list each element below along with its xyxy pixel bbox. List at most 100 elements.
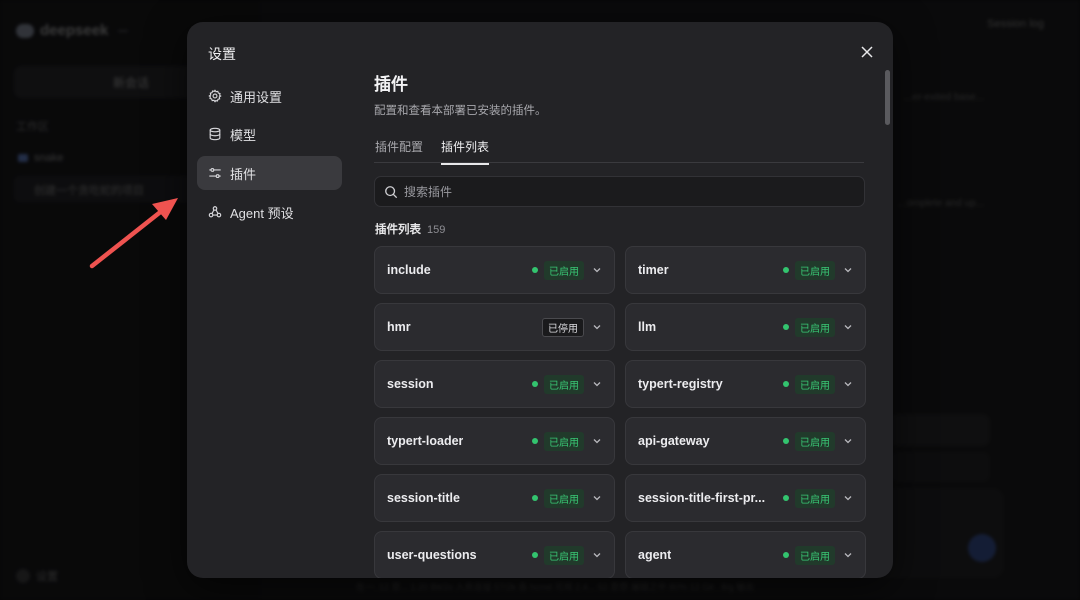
- nav-item-agent-presets[interactable]: Agent 预设: [197, 195, 342, 229]
- plugin-status-group: 已启用: [532, 374, 602, 394]
- search-icon: [385, 185, 398, 198]
- status-dot-icon: [532, 438, 538, 444]
- plugin-card[interactable]: typert-loader 已启用: [374, 417, 615, 465]
- plugin-card[interactable]: user-questions 已启用: [374, 531, 615, 578]
- plugin-name: llm: [638, 320, 657, 334]
- chevron-down-icon[interactable]: [592, 265, 602, 275]
- plugin-card[interactable]: timer 已启用: [625, 246, 866, 294]
- plugin-status-group: 已启用: [783, 431, 853, 451]
- plugin-card[interactable]: typert-registry 已启用: [625, 360, 866, 408]
- status-dot-icon: [783, 552, 789, 558]
- plugin-name: typert-registry: [638, 377, 723, 391]
- plugin-count: 159: [427, 224, 446, 236]
- plugin-card[interactable]: hmr 已停用: [374, 303, 615, 351]
- status-badge: 已启用: [544, 488, 584, 508]
- plugins-panel: 插件 配置和查看本部署已安装的插件。 插件配置 插件列表 插件列表 159 inc…: [374, 22, 866, 578]
- plugin-name: typert-loader: [387, 434, 464, 448]
- status-badge: 已启用: [795, 260, 835, 280]
- nav-item-label: 模型: [230, 127, 257, 143]
- panel-title: 插件: [374, 75, 408, 94]
- plugin-card[interactable]: agent 已启用: [625, 531, 866, 578]
- plugin-card[interactable]: api-gateway 已启用: [625, 417, 866, 465]
- status-badge: 已启用: [795, 431, 835, 451]
- agent-icon: [208, 205, 222, 219]
- modal-title: 设置: [208, 46, 236, 62]
- nav-item-label: Agent 预设: [230, 205, 294, 221]
- plugin-status-group: 已启用: [783, 260, 853, 280]
- chevron-down-icon[interactable]: [843, 265, 853, 275]
- status-dot-icon: [783, 324, 789, 330]
- status-badge: 已启用: [795, 374, 835, 394]
- scrollbar[interactable]: [885, 70, 890, 125]
- chevron-down-icon[interactable]: [843, 550, 853, 560]
- plugin-status-group: 已启用: [783, 488, 853, 508]
- plugin-status-group: 已启用: [783, 545, 853, 565]
- nav-item-label: 插件: [230, 166, 257, 182]
- chevron-down-icon[interactable]: [843, 436, 853, 446]
- nav-item-label: 通用设置: [230, 89, 283, 105]
- plugin-grid: include 已启用 timer 已启用 hmr 已停用 llm 已启用 session 已启用…: [374, 246, 866, 578]
- plugin-name: agent: [638, 548, 672, 562]
- status-badge: 已启用: [795, 317, 835, 337]
- tab-plugin-list[interactable]: 插件列表: [441, 138, 490, 165]
- status-badge: 已启用: [795, 545, 835, 565]
- plugin-list-title: 插件列表: [375, 224, 421, 236]
- tab-plugin-config[interactable]: 插件配置: [375, 138, 423, 163]
- plugin-name: session-title-first-pr...: [638, 491, 766, 505]
- settings-modal: 设置 通用设置 模型 插件 Agent 预设 插件 配置和查看本部署已安装的插件…: [187, 22, 893, 578]
- search-input[interactable]: [404, 184, 844, 199]
- plugin-name: user-questions: [387, 548, 477, 562]
- status-dot-icon: [783, 381, 789, 387]
- status-dot-icon: [532, 552, 538, 558]
- chevron-down-icon[interactable]: [843, 379, 853, 389]
- plugin-tabs: 插件配置 插件列表: [374, 132, 864, 165]
- settings-nav: 设置 通用设置 模型 插件 Agent 预设: [187, 22, 353, 578]
- nav-item-models[interactable]: 模型: [197, 117, 342, 151]
- plugin-card[interactable]: session-title 已启用: [374, 474, 615, 522]
- status-dot-icon: [532, 267, 538, 273]
- status-dot-icon: [783, 267, 789, 273]
- status-badge: 已启用: [544, 545, 584, 565]
- chevron-down-icon[interactable]: [592, 493, 602, 503]
- nav-item-general[interactable]: 通用设置: [197, 79, 342, 113]
- status-dot-icon: [532, 381, 538, 387]
- status-badge: 已启用: [544, 260, 584, 280]
- plugin-name: include: [387, 263, 431, 277]
- plugin-name: session-title: [387, 491, 460, 505]
- plugin-name: session: [387, 377, 434, 391]
- plugin-list-header: 插件列表 159: [375, 221, 445, 237]
- plugin-name: timer: [638, 263, 669, 277]
- status-dot-icon: [783, 495, 789, 501]
- status-dot-icon: [783, 438, 789, 444]
- plugin-card[interactable]: session-title-first-pr... 已启用: [625, 474, 866, 522]
- search-box: [374, 176, 865, 207]
- plugin-status-group: 已启用: [783, 317, 853, 337]
- plugin-card[interactable]: include 已启用: [374, 246, 615, 294]
- chevron-down-icon[interactable]: [592, 550, 602, 560]
- status-badge: 已停用: [542, 317, 584, 337]
- chevron-down-icon[interactable]: [592, 436, 602, 446]
- chevron-down-icon[interactable]: [592, 322, 602, 332]
- status-badge: 已启用: [544, 374, 584, 394]
- status-dot-icon: [532, 495, 538, 501]
- nav-item-plugins[interactable]: 插件: [197, 156, 342, 190]
- chevron-down-icon[interactable]: [843, 493, 853, 503]
- plugin-status-group: 已启用: [783, 374, 853, 394]
- panel-description: 配置和查看本部署已安装的插件。: [374, 105, 547, 117]
- plugin-status-group: 已停用: [542, 317, 602, 337]
- chevron-down-icon[interactable]: [592, 379, 602, 389]
- plugin-status-group: 已启用: [532, 260, 602, 280]
- status-badge: 已启用: [544, 431, 584, 451]
- sliders-icon: [208, 166, 222, 180]
- database-icon: [208, 127, 222, 141]
- plugin-card[interactable]: session 已启用: [374, 360, 615, 408]
- chevron-down-icon[interactable]: [843, 322, 853, 332]
- plugin-status-group: 已启用: [532, 545, 602, 565]
- plugin-status-group: 已启用: [532, 431, 602, 451]
- gear-icon: [208, 89, 222, 103]
- plugin-name: api-gateway: [638, 434, 710, 448]
- plugin-name: hmr: [387, 320, 411, 334]
- plugin-card[interactable]: llm 已启用: [625, 303, 866, 351]
- status-badge: 已启用: [795, 488, 835, 508]
- plugin-status-group: 已启用: [532, 488, 602, 508]
